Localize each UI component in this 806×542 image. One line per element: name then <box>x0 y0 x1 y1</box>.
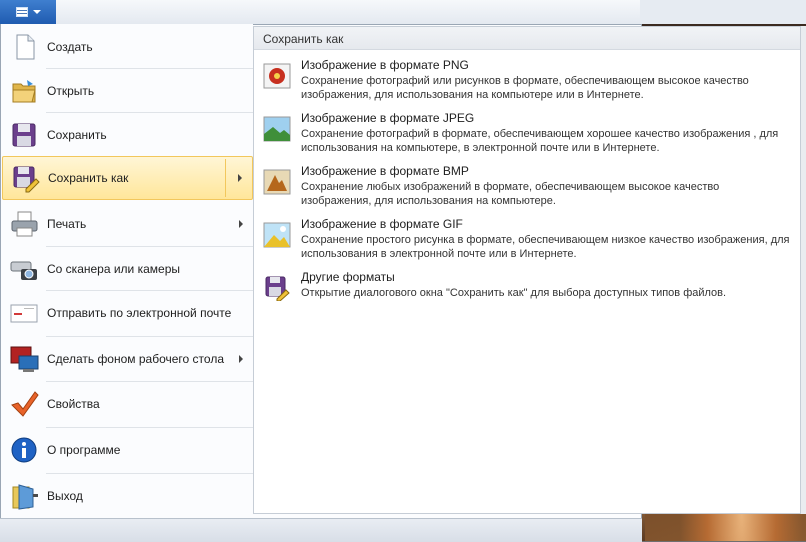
submenu-arrow-icon <box>239 355 243 363</box>
format-option-png[interactable]: Изображение в формате PNG Сохранение фот… <box>258 58 794 106</box>
menu-item-label: Свойства <box>47 397 100 411</box>
submenu-arrow-icon <box>239 220 243 228</box>
new-document-icon <box>9 32 39 62</box>
paint-menu-icon <box>15 7 28 17</box>
format-option-other[interactable]: Другие форматы Открытие диалогового окна… <box>258 270 794 306</box>
menu-item-save[interactable]: Сохранить <box>2 112 253 157</box>
format-description: Сохранение фотографий в формате, обеспеч… <box>301 128 779 154</box>
email-icon <box>9 298 39 328</box>
menu-item-label: Отправить по электронной почте <box>47 306 232 320</box>
save-as-submenu: Сохранить как Изображение в формате PNG … <box>253 26 801 514</box>
menu-item-label: Создать <box>47 40 93 54</box>
menu-item-print[interactable]: Печать <box>2 202 253 246</box>
menu-item-label: Со сканера или камеры <box>47 262 180 276</box>
info-icon <box>9 435 39 465</box>
other-formats-icon <box>263 275 291 302</box>
gif-image-icon <box>263 222 291 248</box>
submenu-arrow-icon <box>238 174 242 182</box>
menu-item-label: Сохранить <box>47 128 107 142</box>
menu-item-save-as[interactable]: Сохранить как <box>2 156 253 200</box>
chevron-down-icon <box>32 10 41 14</box>
menu-item-label: Сохранить как <box>48 171 129 185</box>
menu-item-label: Выход <box>47 489 83 503</box>
floppy-disk-icon <box>9 120 39 150</box>
format-title: Другие форматы <box>301 270 395 284</box>
format-title: Изображение в формате JPEG <box>301 111 475 125</box>
jpeg-image-icon <box>263 116 291 142</box>
open-folder-icon <box>9 76 39 106</box>
printer-icon <box>9 209 39 239</box>
menu-item-properties[interactable]: Свойства <box>2 381 253 426</box>
app-menu-button[interactable] <box>0 0 57 24</box>
format-description: Сохранение любых изображений в формате, … <box>301 181 720 207</box>
format-description: Открытие диалогового окна "Сохранить как… <box>301 287 727 299</box>
menu-footer <box>0 518 642 542</box>
desktop-background-icon <box>9 344 39 374</box>
format-title: Изображение в формате BMP <box>301 164 469 178</box>
exit-icon <box>9 481 39 511</box>
menu-left-pane: Создать Открыть Сохранить Сохранить как … <box>1 24 253 518</box>
format-description: Сохранение фотографий или рисунков в фор… <box>301 75 749 101</box>
menu-item-label: Открыть <box>47 84 95 98</box>
menu-item-email[interactable]: Отправить по электронной почте <box>2 290 253 335</box>
format-title: Изображение в формате PNG <box>301 58 469 72</box>
ribbon-strip <box>56 0 640 25</box>
png-image-icon <box>263 63 291 89</box>
menu-item-desktop-background[interactable]: Сделать фоном рабочего стола <box>2 336 253 381</box>
background-scrollbar <box>801 26 806 514</box>
menu-item-exit[interactable]: Выход <box>2 473 253 518</box>
scanner-camera-icon <box>9 254 39 284</box>
menu-item-open[interactable]: Открыть <box>2 68 253 113</box>
menu-item-about[interactable]: О программе <box>2 427 253 472</box>
menu-item-label: О программе <box>47 443 121 457</box>
submenu-header: Сохранить как <box>254 27 800 50</box>
bmp-image-icon <box>263 169 291 195</box>
save-as-icon <box>10 163 40 193</box>
format-description: Сохранение простого рисунка в формате, о… <box>301 234 790 260</box>
menu-item-new[interactable]: Создать <box>2 25 253 69</box>
menu-item-label: Печать <box>47 217 87 231</box>
checkmark-icon <box>9 389 39 419</box>
menu-item-scanner[interactable]: Со сканера или камеры <box>2 246 253 291</box>
format-option-jpeg[interactable]: Изображение в формате JPEG Сохранение фо… <box>258 111 794 159</box>
format-title: Изображение в формате GIF <box>301 217 463 231</box>
format-option-bmp[interactable]: Изображение в формате BMP Сохранение люб… <box>258 164 794 212</box>
format-option-gif[interactable]: Изображение в формате GIF Сохранение про… <box>258 217 794 265</box>
menu-item-label: Сделать фоном рабочего стола <box>47 352 224 366</box>
